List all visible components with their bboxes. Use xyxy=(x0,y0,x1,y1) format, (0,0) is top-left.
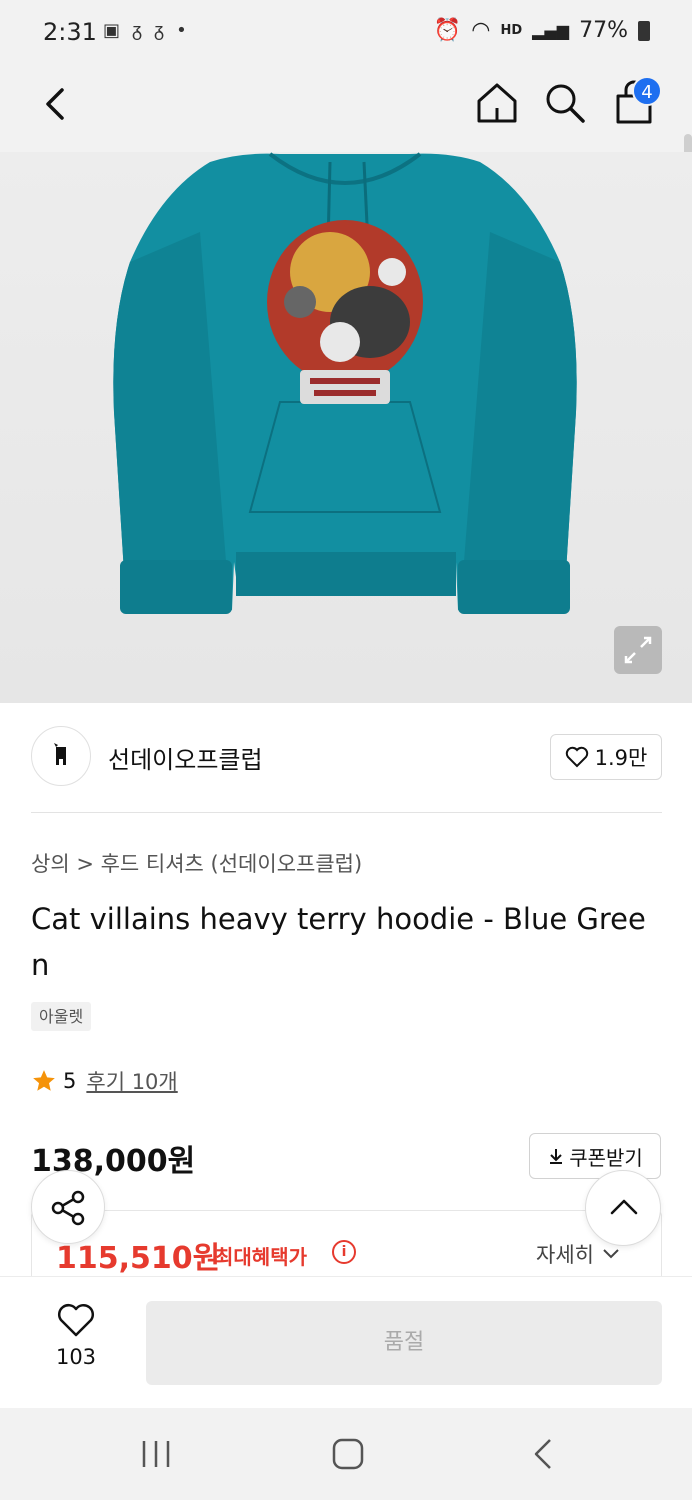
chevron-up-icon xyxy=(610,1199,638,1215)
expand-icon xyxy=(624,636,652,664)
system-back-button[interactable] xyxy=(526,1438,562,1470)
zoom-button[interactable] xyxy=(614,626,662,674)
search-icon xyxy=(546,84,585,123)
top-navigation: 4 xyxy=(0,66,692,208)
bottom-action-bar: 103 품절 xyxy=(0,1276,692,1408)
search-button[interactable] xyxy=(542,80,588,126)
heart-icon xyxy=(58,1304,94,1337)
download-icon xyxy=(550,1149,563,1164)
wifi-icon: ◠ xyxy=(471,18,491,43)
battery-level: 77% xyxy=(579,18,628,43)
recent-apps-button[interactable] xyxy=(138,1438,174,1470)
hoodie-image xyxy=(113,152,577,614)
scroll-to-top-button[interactable] xyxy=(585,1170,661,1246)
more-dot-icon: • xyxy=(176,20,187,41)
system-back-icon xyxy=(534,1439,551,1469)
wishlist-count: 103 xyxy=(55,1345,97,1369)
system-navigation-bar xyxy=(0,1408,692,1500)
cart-count-badge: 4 xyxy=(632,76,662,106)
brand-row: 선데이오프클럽 1.9만 xyxy=(31,724,662,788)
battery-icon xyxy=(638,20,650,41)
system-home-button[interactable] xyxy=(330,1438,366,1470)
status-bar: 2:31 ▣ ᵹ ᵹ • ⏰ ◠ HD ▂▄▆ 77% xyxy=(0,0,692,66)
app-notification-icon: ᵹ xyxy=(154,20,165,41)
outlet-tag: 아울렛 xyxy=(31,1002,92,1031)
system-home-icon xyxy=(332,1438,364,1470)
soldout-button[interactable]: 품절 xyxy=(146,1301,662,1385)
info-icon[interactable]: i xyxy=(332,1240,356,1264)
recent-apps-icon xyxy=(142,1441,170,1467)
star-icon xyxy=(33,1070,55,1091)
chevron-left-icon xyxy=(46,88,64,120)
product-title: Cat villains heavy terry hoodie - Blue G… xyxy=(31,902,646,982)
notification-icons: ▣ ᵹ ᵹ • xyxy=(103,20,187,41)
brand-logo[interactable] xyxy=(31,726,91,786)
status-right: ⏰ ◠ HD ▂▄▆ 77% xyxy=(434,18,650,43)
share-icon xyxy=(51,1190,85,1226)
alarm-icon: ⏰ xyxy=(433,18,462,43)
share-button[interactable] xyxy=(31,1170,105,1244)
status-time: 2:31 xyxy=(43,18,97,46)
signal-icon: ▂▄▆ xyxy=(532,21,570,40)
app-notification-icon: ᵹ xyxy=(132,20,143,41)
heart-icon xyxy=(565,746,588,768)
brand-like-count: 1.9만 xyxy=(594,746,648,770)
brand-logo-icon xyxy=(54,743,66,765)
product-image[interactable] xyxy=(0,152,692,703)
divider xyxy=(31,812,662,813)
coupon-label: 쿠폰받기 xyxy=(569,1145,643,1170)
rating-value: 5 xyxy=(63,1069,77,1093)
benefit-label: 최대혜택가 xyxy=(215,1245,307,1269)
home-button[interactable] xyxy=(474,80,520,126)
review-link[interactable]: 후기 10개 xyxy=(86,1066,177,1096)
rating-row: 5 후기 10개 xyxy=(31,1066,178,1096)
chevron-down-icon xyxy=(603,1249,619,1259)
brand-like-button[interactable]: 1.9만 xyxy=(550,734,662,780)
breadcrumb[interactable]: 상의 > 후드 티셔츠 (선데이오프클럽) xyxy=(31,848,362,878)
home-icon xyxy=(477,83,517,123)
wishlist-button[interactable]: 103 xyxy=(36,1303,116,1383)
gallery-icon: ▣ xyxy=(103,20,121,41)
hd-voice-icon: HD xyxy=(500,23,523,38)
brand-name[interactable]: 선데이오프클럽 xyxy=(108,740,263,775)
back-button[interactable] xyxy=(34,82,78,126)
